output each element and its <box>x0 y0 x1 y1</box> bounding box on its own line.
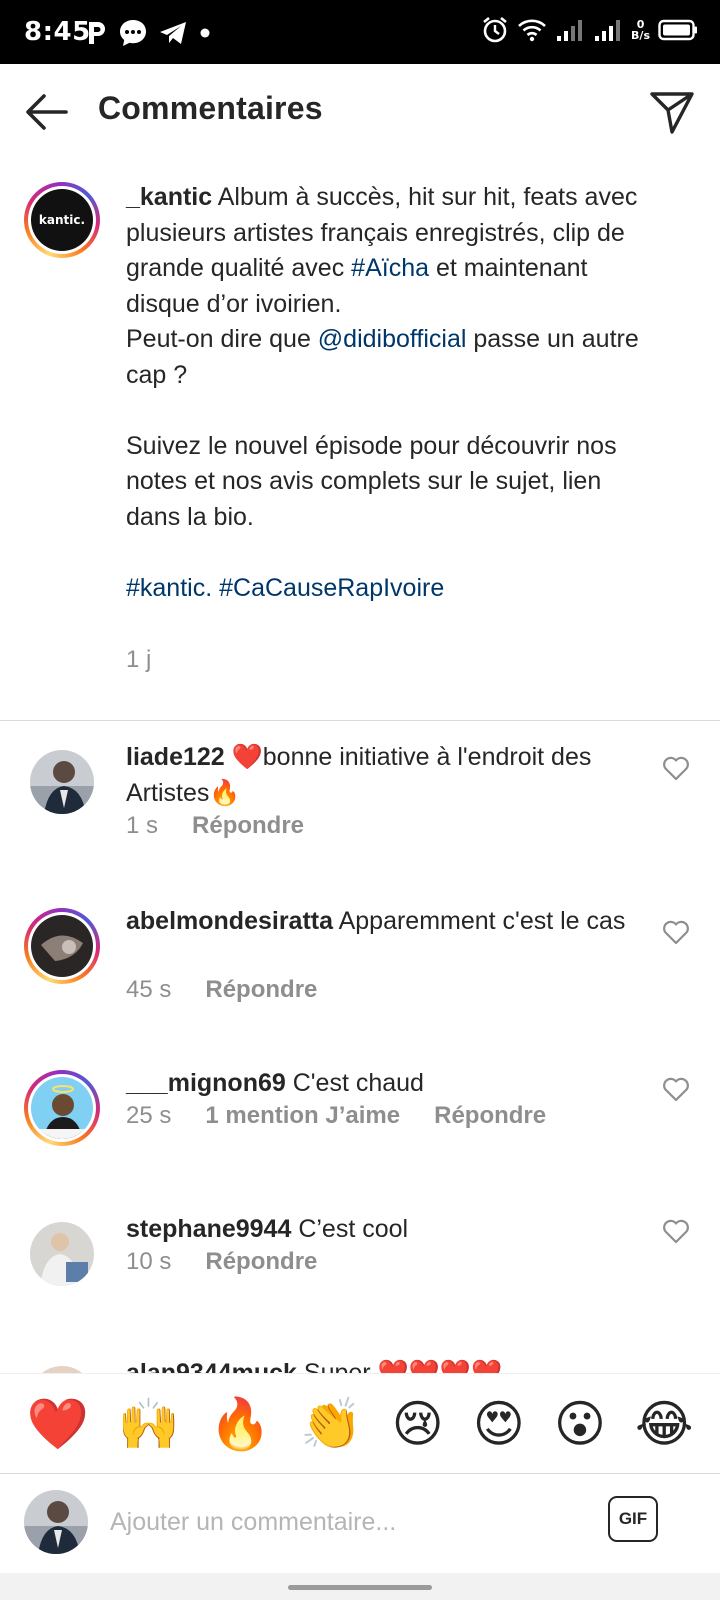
surprised-face-emoji[interactable]: 😮 <box>554 1394 606 1454</box>
avatar[interactable] <box>30 1366 94 1373</box>
heart-icon[interactable] <box>662 755 690 781</box>
send-icon[interactable] <box>648 88 696 136</box>
comment-timestamp: 45 s <box>126 976 172 1003</box>
top-app-bar: Commentaires <box>0 64 720 160</box>
comment-timestamp: 1 s <box>126 812 159 839</box>
comment-message: C’est cool <box>291 1215 409 1243</box>
reply-button[interactable]: Répondre <box>205 1248 317 1276</box>
hashtag-kantic[interactable]: #kantic. <box>126 574 212 602</box>
raising-hands-emoji[interactable]: 🙌 <box>118 1394 180 1454</box>
divider <box>0 720 720 721</box>
caption-avatar[interactable]: kantic. <box>24 182 100 258</box>
comment-message: Super ❤️❤️❤️❤️ <box>296 1359 503 1373</box>
tears-of-joy-emoji[interactable]: 😂 <box>635 1394 693 1454</box>
alarm-icon <box>483 16 507 43</box>
reply-button[interactable]: Répondre <box>434 1102 546 1130</box>
chat-icon <box>120 20 146 46</box>
comment-username[interactable]: abelmondesiratta <box>126 907 333 935</box>
signal-icon-2 <box>595 20 621 41</box>
comment-text: ___mignon69 C'est chaud <box>126 1066 636 1102</box>
avatar[interactable] <box>24 1070 100 1146</box>
caption-body-3: Peut-on dire que <box>126 325 318 353</box>
heart-icon[interactable] <box>662 1076 690 1102</box>
comment-meta: 25 s 1 mention J’aime Répondre <box>126 1102 546 1130</box>
comment-meta: 45 s Répondre <box>126 976 317 1004</box>
hashtag-cacauserapivoire[interactable]: #CaCauseRapIvoire <box>219 574 444 602</box>
comment-composer: GIF <box>0 1473 720 1573</box>
reply-button[interactable]: Répondre <box>205 976 317 1004</box>
avatar[interactable] <box>30 750 94 814</box>
caption-body-5: Suivez le nouvel épisode pour découvrir … <box>126 431 617 531</box>
comment-text: stephane9944 C’est cool <box>126 1212 636 1248</box>
system-nav-bar <box>0 1573 720 1600</box>
comment-meta: 10 s Répondre <box>126 1248 317 1276</box>
comment-username[interactable]: liade122 <box>126 743 225 771</box>
crying-face-emoji[interactable]: 😢 <box>392 1394 444 1454</box>
heart-eyes-emoji[interactable]: 😍 <box>473 1394 525 1454</box>
comment-text: alan9344muck Super ❤️❤️❤️❤️ <box>126 1356 636 1373</box>
comment-message: C'est chaud <box>285 1069 424 1097</box>
wifi-icon <box>518 19 546 42</box>
dot-icon <box>200 28 210 38</box>
comment-timestamp: 10 s <box>126 1248 172 1275</box>
avatar <box>24 1490 88 1554</box>
comment-text: abelmondesiratta Apparemment c'est le ca… <box>126 904 636 940</box>
comment-message: Apparemment c'est le cas <box>333 907 626 935</box>
avatar[interactable] <box>30 1222 94 1286</box>
arrow-left-icon[interactable] <box>22 90 72 134</box>
comment-timestamp: 25 s <box>126 1102 172 1129</box>
comment-username[interactable]: alan9344muck <box>126 1359 297 1373</box>
heart-icon[interactable] <box>662 919 690 945</box>
comment-text: liade122 ❤️bonne initiative à l'endroit … <box>126 740 636 811</box>
comment-username[interactable]: stephane9944 <box>126 1215 291 1243</box>
heart-icon[interactable] <box>662 1218 690 1244</box>
reply-button[interactable]: Répondre <box>192 812 304 840</box>
caption-username[interactable]: _kantic <box>126 183 212 211</box>
home-indicator[interactable] <box>288 1585 432 1590</box>
p-icon <box>89 22 105 44</box>
page-title: Commentaires <box>98 90 323 126</box>
hashtag-aicha[interactable]: #Aïcha <box>351 254 429 282</box>
caption-timestamp: 1 j <box>126 646 152 673</box>
gif-button[interactable]: GIF <box>608 1496 658 1542</box>
avatar-photo <box>31 1077 93 1139</box>
likes-count[interactable]: 1 mention J’aime <box>205 1102 400 1130</box>
caption-text: _kantic Album à succès, hit sur hit, fea… <box>126 180 646 606</box>
telegram-icon <box>160 22 186 44</box>
network-speed: 0 B/s <box>631 19 650 41</box>
status-bar: 8:45 0 B/s <box>0 0 720 64</box>
avatar[interactable] <box>24 908 100 984</box>
battery-icon <box>658 19 697 41</box>
comment-input[interactable] <box>110 1500 560 1544</box>
speed-unit: B/s <box>631 29 650 42</box>
clapping-hands-emoji[interactable]: 👏 <box>300 1394 362 1454</box>
clock: 8:45 <box>24 17 91 47</box>
partial-comment-clip: alan9344muck Super ❤️❤️❤️❤️ <box>0 1340 720 1373</box>
signal-icon <box>557 20 583 41</box>
kantic-logo: kantic. <box>31 189 93 251</box>
comment-meta: 1 s Répondre <box>126 812 304 840</box>
mention-didibofficial[interactable]: @didibofficial <box>318 325 467 353</box>
avatar-photo <box>31 915 93 977</box>
red-heart-emoji[interactable]: ❤️ <box>27 1394 89 1454</box>
emoji-quick-bar: ❤️ 🙌 🔥 👏 😢 😍 😮 😂 <box>0 1373 720 1473</box>
fire-emoji[interactable]: 🔥 <box>209 1394 271 1454</box>
comment-username[interactable]: ___mignon69 <box>126 1069 286 1097</box>
